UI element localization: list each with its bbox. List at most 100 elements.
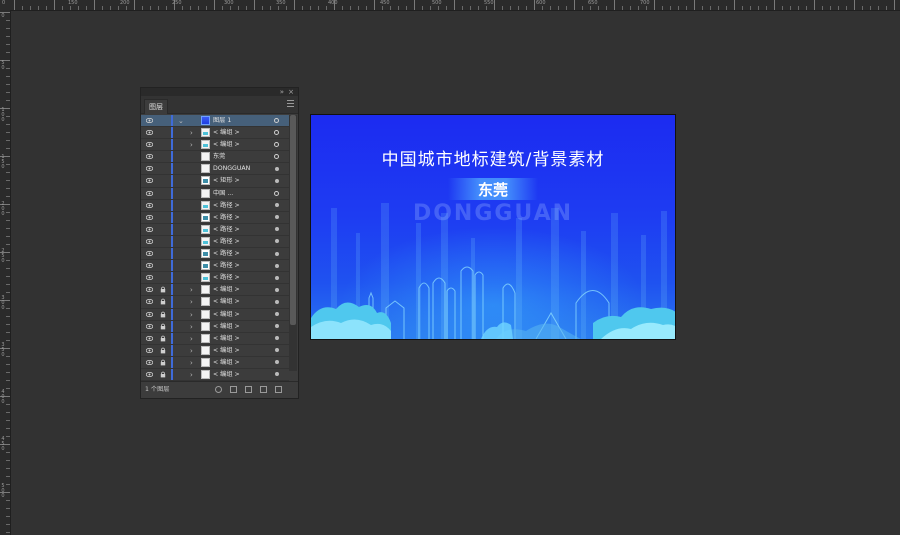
layer-row[interactable]: < 路径 > [141,235,289,249]
target-circle-icon[interactable] [274,287,279,292]
lock-toggle[interactable] [160,214,166,221]
layer-row[interactable]: › < 编组 > [141,356,289,369]
new-sublayer-icon[interactable] [245,386,252,393]
target-circle-icon[interactable] [274,299,279,304]
layer-name[interactable]: < 路径 > [213,236,240,247]
layer-row[interactable]: 东莞 [141,151,289,164]
lock-toggle[interactable] [160,129,166,136]
eye-icon[interactable] [146,166,153,172]
target-circle-icon[interactable] [274,190,279,196]
layer-row[interactable]: › < 编组 > [141,332,289,345]
eye-icon[interactable] [146,154,153,160]
layer-name[interactable]: < 路径 > [213,212,240,223]
target-circle-icon[interactable] [274,215,279,220]
eye-icon[interactable] [146,347,153,353]
chevron-right-icon[interactable]: › [190,297,193,307]
target-circle-icon[interactable] [274,372,279,377]
eye-icon[interactable] [146,178,153,184]
close-panel-button[interactable]: × [288,88,294,96]
eye-icon[interactable] [146,130,153,136]
lock-toggle[interactable] [160,190,166,197]
layer-name[interactable]: < 编组 > [213,309,240,320]
target-circle-icon[interactable] [274,130,279,136]
layer-name[interactable]: < 编组 > [213,127,240,138]
lock-toggle[interactable] [160,153,166,160]
trash-icon[interactable] [275,386,282,393]
layer-name[interactable]: < 编组 > [213,369,240,380]
layer-name[interactable]: < 编组 > [213,296,240,307]
chevron-down-icon[interactable]: ⌄ [178,116,184,126]
eye-icon[interactable] [146,311,153,317]
target-circle-icon[interactable] [274,263,279,268]
layer-row[interactable]: › < 编组 > [141,320,289,333]
lock-icon[interactable] [160,371,166,378]
lock-icon[interactable] [160,359,166,366]
target-circle-icon[interactable] [274,251,279,256]
panel-title-bar[interactable]: » × [141,88,298,96]
eye-icon[interactable] [146,118,153,123]
layer-name[interactable]: < 路径 > [213,272,240,283]
lock-toggle[interactable] [160,238,166,245]
locate-object-icon[interactable] [215,386,222,393]
layer-name[interactable]: 图层 1 [213,115,231,126]
lock-icon[interactable] [160,311,166,318]
chevron-right-icon[interactable]: › [190,310,193,320]
eye-icon[interactable] [146,142,153,148]
layer-name[interactable]: < 编组 > [213,284,240,295]
target-circle-icon[interactable] [274,154,279,160]
layer-name[interactable]: < 编组 > [213,345,240,356]
layer-row[interactable]: < 路径 > [141,272,289,285]
artboard[interactable]: 中国城市地标建筑/背景素材 东莞 DONGGUAN [310,114,676,340]
chevron-right-icon[interactable]: › [190,346,193,356]
target-circle-icon[interactable] [274,275,279,280]
chevron-right-icon[interactable]: › [190,358,193,368]
chevron-right-icon[interactable]: › [190,334,193,344]
layer-row[interactable]: < 路径 > [141,260,289,273]
layer-name[interactable]: < 矩形 > [213,175,240,186]
layer-name[interactable]: < 编组 > [213,357,240,368]
lock-icon[interactable] [160,347,166,354]
lock-toggle[interactable] [160,141,166,148]
layer-row[interactable]: < 路径 > [141,248,289,261]
eye-icon[interactable] [146,323,153,329]
eye-icon[interactable] [146,226,153,232]
layer-name[interactable]: < 编组 > [213,139,240,150]
lock-icon[interactable] [160,286,166,293]
layer-row[interactable]: › < 编组 > [141,308,289,321]
target-circle-icon[interactable] [274,142,279,148]
layer-row[interactable]: › < 编组 > [141,296,289,309]
eye-icon[interactable] [146,371,153,377]
lock-icon[interactable] [160,298,166,305]
scrollbar-thumb[interactable] [290,115,296,325]
target-circle-icon[interactable] [274,312,279,316]
chevron-right-icon[interactable]: › [190,128,193,138]
eye-icon[interactable] [146,275,153,281]
target-circle-icon[interactable] [274,118,279,123]
layer-name[interactable]: < 路径 > [213,260,240,271]
layer-row[interactable]: < 路径 > [141,223,289,236]
eye-icon[interactable] [146,359,153,365]
chevron-right-icon[interactable]: › [190,285,193,295]
eye-icon[interactable] [146,251,153,257]
target-circle-icon[interactable] [274,203,279,208]
layer-name[interactable]: < 路径 > [213,224,240,235]
layer-row[interactable]: › < 编组 > [141,127,289,140]
eye-icon[interactable] [146,335,153,341]
layer-name[interactable]: < 编组 > [213,333,240,344]
lock-toggle[interactable] [160,177,166,184]
lock-toggle[interactable] [160,274,166,281]
layer-row[interactable]: < 路径 > [141,199,289,212]
target-circle-icon[interactable] [274,336,279,341]
lock-toggle[interactable] [160,250,166,257]
chevron-right-icon[interactable]: › [190,370,193,380]
layer-row[interactable]: › < 编组 > [141,139,289,152]
target-circle-icon[interactable] [274,348,279,353]
eye-icon[interactable] [146,287,153,293]
new-layer-icon[interactable] [260,386,267,393]
lock-icon[interactable] [160,323,166,330]
target-circle-icon[interactable] [274,178,279,183]
double-arrow-icon[interactable]: » [280,88,284,96]
eye-icon[interactable] [146,299,153,305]
target-circle-icon[interactable] [274,227,279,232]
eye-icon[interactable] [146,263,153,269]
